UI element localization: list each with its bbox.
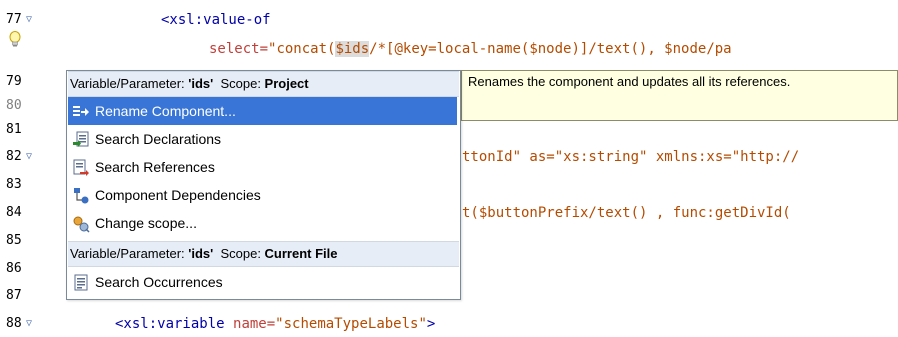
line-number: 85 (6, 233, 22, 248)
code-line-82[interactable]: ttonId" as="xs:string" xmlns:xs="http:// (462, 145, 799, 169)
change-scope-icon (72, 214, 90, 233)
code-tag: > (426, 316, 436, 332)
line-number: 77 ▽ (6, 8, 36, 32)
component-dependencies-item[interactable]: Component Dependencies (68, 181, 457, 209)
selected-variable: $ids (335, 41, 370, 57)
search-declarations-item[interactable]: Search Declarations (68, 125, 457, 153)
line-number: 80 (6, 98, 22, 113)
lightbulb-icon[interactable] (8, 31, 22, 54)
menu-header-current-file: Variable/Parameter: 'ids' Scope: Current… (68, 241, 459, 267)
code-line-84[interactable]: t($buttonPrefix/text() , func:getDivId( (462, 201, 791, 225)
refactoring-context-menu: Variable/Parameter: 'ids' Scope: Project… (66, 70, 461, 300)
tooltip-text: Renames the component and updates all it… (468, 74, 791, 89)
code-line-77[interactable]: <xsl:value-of (161, 8, 271, 32)
search-occurrences-item[interactable]: Search Occurrences (68, 268, 457, 296)
code-value: "concat( (268, 41, 336, 57)
fold-toggle-icon[interactable]: ▽ (26, 8, 32, 32)
search-occurrences-icon (72, 273, 90, 291)
rename-tooltip: Renames the component and updates all it… (461, 70, 898, 121)
code-attr: name= (233, 316, 276, 332)
code-attr: select= (209, 41, 269, 57)
code-fragment: t($buttonPrefix/text() , func:getDivId( (462, 205, 791, 221)
search-references-item[interactable]: Search References (68, 153, 457, 181)
code-tag: <xsl:variable (115, 316, 234, 332)
code-value: /*[@key=local-name($node)]/text(), $node… (369, 41, 732, 57)
line-number: 86 (6, 261, 22, 276)
search-references-icon (72, 158, 90, 176)
search-declarations-icon (72, 130, 90, 148)
change-scope-item[interactable]: Change scope... (68, 209, 457, 237)
component-dependencies-icon (72, 186, 90, 204)
line-number: 88 ▽ (6, 312, 36, 336)
line-number: 79 (6, 74, 22, 89)
code-line-88[interactable]: <xsl:variable name="schemaTypeLabels"> (115, 312, 435, 336)
rename-component-item[interactable]: Rename Component... (68, 97, 457, 125)
fold-toggle-icon[interactable]: ▽ (26, 312, 32, 336)
line-number: 83 (6, 177, 22, 192)
line-number: 81 (6, 122, 22, 137)
code-fragment: ttonId" as="xs:string" xmlns:xs="http:// (462, 149, 800, 165)
line-number: 87 (6, 288, 22, 303)
menu-header-project: Variable/Parameter: 'ids' Scope: Project (68, 71, 459, 97)
line-number-gutter: 77 ▽ 79 80 81 82 ▽ 83 84 85 86 87 88 ▽ (0, 0, 36, 337)
line-number: 84 (6, 205, 22, 220)
rename-icon (72, 102, 90, 120)
code-line-78[interactable]: select="concat($ids/*[@key=local-name($n… (209, 37, 732, 61)
line-number: 82 ▽ (6, 145, 36, 169)
fold-toggle-icon[interactable]: ▽ (26, 145, 32, 169)
code-value: "schemaTypeLabels" (275, 316, 427, 332)
